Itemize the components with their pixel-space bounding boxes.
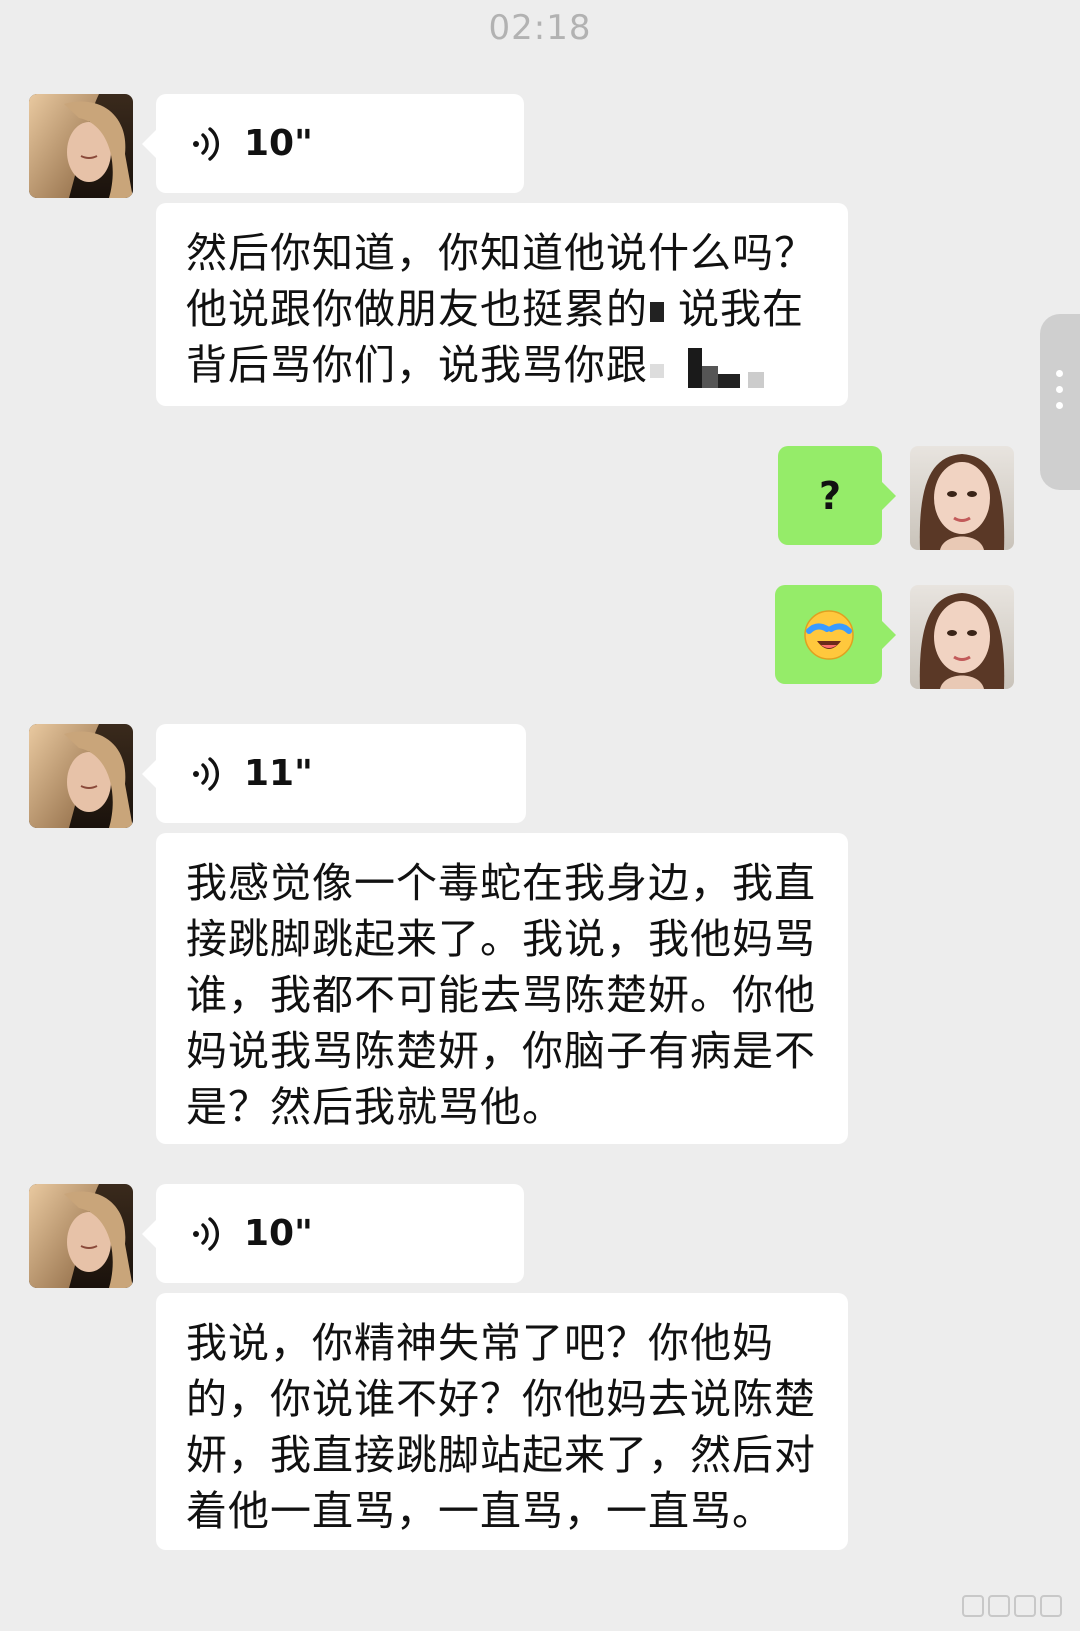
indicator-square: [1040, 1595, 1062, 1617]
message-line: 妍，我直接跳脚站起来了，然后对: [186, 1431, 816, 1479]
contact-avatar[interactable]: [29, 1184, 133, 1288]
mosaic-block: [650, 302, 664, 322]
voice-duration: 11": [244, 753, 313, 794]
indicator-square: [988, 1595, 1010, 1617]
text-message-bubble[interactable]: 然后你知道，你知道他说什么吗？ 他说跟你做朋友也挺累的 说我在 背后骂你们，说我骂…: [156, 203, 848, 406]
voice-wave-icon: [193, 1216, 220, 1251]
message-text: ?: [818, 473, 842, 518]
more-dot: [1056, 402, 1063, 409]
voice-wave-icon: [193, 756, 220, 791]
contact-avatar[interactable]: [29, 724, 133, 828]
text-message-bubble[interactable]: 我说，你精神失常了吧？你他妈 的，你说谁不好？你他妈去说陈楚 妍，我直接跳脚站起…: [156, 1293, 848, 1550]
voice-duration: 10": [244, 123, 313, 164]
message-line: 谁，我都不可能去骂陈楚妍。你他: [186, 971, 816, 1019]
my-avatar[interactable]: [910, 585, 1014, 689]
contact-avatar[interactable]: [29, 94, 133, 198]
message-text: 背后骂你们，说我骂你跟: [186, 341, 648, 389]
floating-side-tab[interactable]: [1040, 314, 1080, 490]
message-line: 然后你知道，你知道他说什么吗？: [186, 229, 816, 277]
message-line: 的，你说谁不好？你他妈去说陈楚: [186, 1375, 816, 1423]
message-line: 我说，你精神失常了吧？你他妈: [186, 1319, 774, 1367]
indicator-square: [1014, 1595, 1036, 1617]
message-line: 是？然后我就骂他。: [186, 1083, 564, 1131]
more-dot: [1056, 386, 1063, 393]
message-timestamp: 02:18: [488, 8, 592, 48]
message-line: 着他一直骂，一直骂，一直骂。: [186, 1487, 774, 1535]
voice-wave-icon: [193, 126, 220, 161]
message-line: 妈说我骂陈楚妍，你脑子有病是不: [186, 1027, 816, 1075]
voice-duration: 10": [244, 1213, 313, 1254]
image-count-indicator: [962, 1595, 1072, 1621]
message-line: 我感觉像一个毒蛇在我身边，我直: [186, 859, 816, 907]
text-message-bubble[interactable]: 我感觉像一个毒蛇在我身边，我直 接跳脚跳起来了。我说，我他妈骂 谁，我都不可能去…: [156, 833, 848, 1144]
message-text: 说我在: [678, 285, 804, 333]
more-dots-icon: [1056, 370, 1063, 377]
sent-emoji-bubble[interactable]: [775, 585, 896, 684]
censor-mosaic: [650, 348, 764, 388]
voice-message-bubble[interactable]: 11": [142, 724, 526, 823]
voice-message-bubble[interactable]: 10": [142, 94, 524, 193]
message-line: 接跳脚跳起来了。我说，我他妈骂: [186, 915, 816, 963]
message-text: 他说跟你做朋友也挺累的: [186, 285, 648, 333]
my-avatar[interactable]: [910, 446, 1014, 550]
crying-face-emoji-icon: [803, 609, 854, 660]
voice-message-bubble[interactable]: 10": [142, 1184, 524, 1283]
sent-message-bubble[interactable]: ?: [778, 446, 896, 545]
message-line: 他说跟你做朋友也挺累的 说我在: [186, 281, 818, 337]
message-line: 背后骂你们，说我骂你跟: [186, 337, 818, 393]
indicator-square: [962, 1595, 984, 1617]
